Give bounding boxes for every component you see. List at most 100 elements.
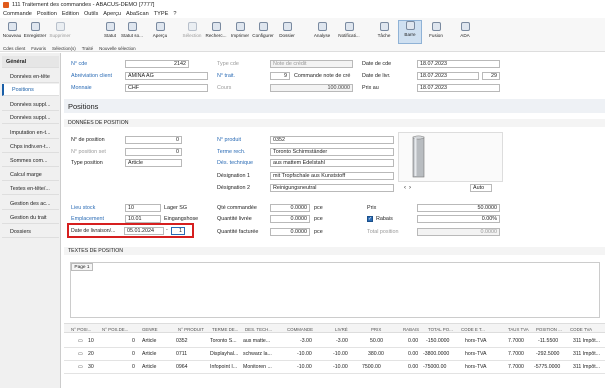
- quick-nouvelle-selection[interactable]: Nouvelle sélection: [99, 46, 136, 51]
- status-so-button[interactable]: Statut so...: [120, 22, 144, 38]
- col-no-produit[interactable]: N° PRODUIT: [178, 327, 204, 332]
- date-cde-field[interactable]: 18.07.2023: [417, 60, 500, 68]
- empl-field[interactable]: 10.01: [125, 215, 161, 223]
- col-total[interactable]: TOTAL PO...: [428, 327, 453, 332]
- auto-select[interactable]: Auto: [470, 184, 492, 192]
- sidebar-item-imputation[interactable]: Imputation en-t...: [2, 127, 59, 139]
- ada-button[interactable]: ADA: [453, 22, 477, 38]
- produit-field[interactable]: 0352: [270, 136, 394, 144]
- tab-page-1[interactable]: Page 1: [71, 263, 93, 271]
- sidebar-item-sommes[interactable]: Sommes com...: [2, 155, 59, 167]
- col-taux-tva[interactable]: TAUX TVA: [508, 327, 529, 332]
- menu-abascan[interactable]: AbaScan: [126, 11, 149, 17]
- status-button[interactable]: Statut: [98, 22, 122, 38]
- menu-outils[interactable]: Outils: [84, 11, 98, 17]
- selection-icon: [187, 22, 197, 31]
- type-cde-field[interactable]: Note de crédit: [270, 60, 353, 68]
- sidebar-item-donnees-entete[interactable]: Données en-tête: [2, 71, 59, 83]
- des1-field[interactable]: mit Tropfschale aus Kunststoff: [270, 172, 394, 180]
- terme-field[interactable]: Toronto Schirmständer: [270, 148, 394, 156]
- no-pos-field[interactable]: 0: [125, 136, 182, 144]
- qte-livr-field[interactable]: 0.0000: [270, 215, 310, 223]
- analysis-button[interactable]: Analyse: [310, 22, 334, 38]
- abrev-field[interactable]: AMINA AG: [125, 72, 208, 80]
- task-label: Tâche: [377, 33, 391, 38]
- status-label: Statut: [103, 33, 116, 38]
- no-cde-field[interactable]: 2142: [125, 60, 189, 68]
- search-button[interactable]: Recherc...: [204, 22, 228, 38]
- date-livraison-field[interactable]: 05.01.2024: [124, 227, 164, 235]
- quick-cdes-client[interactable]: Cdes client: [3, 46, 25, 51]
- des2-field[interactable]: Reinigungsneutral: [270, 184, 394, 192]
- sidebar-item-chps-indiv[interactable]: Chps indiv.en-t...: [2, 141, 59, 153]
- col-code-tva[interactable]: CODE TVA: [570, 327, 592, 332]
- sidebar-item-dossiers[interactable]: Dossiers: [2, 226, 59, 238]
- col-rabais[interactable]: RABAIS: [403, 327, 419, 332]
- lieu-field[interactable]: 10: [125, 204, 161, 212]
- bar-button[interactable]: Barre: [398, 20, 422, 44]
- menu-apercu[interactable]: Aperçu: [103, 11, 121, 17]
- rabais-field[interactable]: 0.00%: [417, 215, 500, 223]
- col-no-pos-de[interactable]: N° POS.DE...: [102, 327, 128, 332]
- notification-button[interactable]: Notificati...: [337, 22, 361, 38]
- table-row[interactable]: ▭ 20 0 Article 0711 Displayhal... schwar…: [70, 349, 605, 359]
- configure-button[interactable]: Configurer: [251, 22, 275, 38]
- task-button[interactable]: Tâche: [372, 22, 396, 38]
- menu-help[interactable]: ?: [173, 11, 176, 17]
- sidebar-item-textes[interactable]: Textes en-tête/...: [2, 183, 59, 195]
- col-code-et[interactable]: CODE E T...: [461, 327, 485, 332]
- date-livr-field[interactable]: 18.07.2023: [417, 72, 479, 80]
- no-pos-set-field[interactable]: 0: [125, 148, 182, 156]
- desc-tech-field[interactable]: aus mattem Edelstahl: [270, 159, 394, 167]
- fusion-button[interactable]: Fusion: [424, 22, 448, 38]
- qte-fact-field[interactable]: 0.0000: [270, 228, 310, 236]
- rabais-checkbox[interactable]: ✓: [367, 216, 373, 222]
- save-button[interactable]: Enregistrer: [23, 22, 47, 38]
- sidebar-item-donnees-suppl-1[interactable]: Données suppl...: [2, 99, 59, 111]
- menu-type[interactable]: TYPE: [154, 11, 169, 17]
- col-prix[interactable]: PRIX: [371, 327, 381, 332]
- preview-label: Aperçu: [152, 33, 168, 38]
- textes-editor[interactable]: [70, 262, 600, 318]
- date-livr-week-field[interactable]: 29: [482, 72, 500, 80]
- prix-label: Prix: [367, 205, 377, 211]
- col-terme[interactable]: TERME DE...: [212, 327, 238, 332]
- sidebar-header[interactable]: Général: [2, 56, 59, 68]
- qte-cmd-field[interactable]: 0.0000: [270, 204, 310, 212]
- quick-traite[interactable]: Traité: [82, 46, 93, 51]
- col-no-pos[interactable]: N° POSI...: [71, 327, 91, 332]
- col-livre[interactable]: LIVRÉ: [335, 327, 348, 332]
- type-pos-field[interactable]: Article: [125, 159, 182, 167]
- sidebar-item-positions[interactable]: Positions: [2, 84, 59, 96]
- col-position[interactable]: POSITION ...: [536, 327, 562, 332]
- sidebar-item-donnees-suppl-2[interactable]: Données suppl...: [2, 112, 59, 124]
- total-field[interactable]: 0.0000: [417, 228, 500, 236]
- col-des-tech[interactable]: DES. TECH...: [245, 327, 272, 332]
- date-livraison-week-field[interactable]: 1: [171, 227, 185, 235]
- monnaie-field[interactable]: CHF: [125, 84, 208, 92]
- delete-button[interactable]: Supprimer: [48, 22, 72, 38]
- table-row[interactable]: ▭ 30 0 Article 0964 Infopoint I... Monit…: [70, 362, 605, 372]
- new-button[interactable]: Nouveau: [0, 22, 24, 38]
- sidebar-item-gestion-trait[interactable]: Gestion du trait: [2, 212, 59, 224]
- preview-button[interactable]: Aperçu: [148, 22, 172, 38]
- selection-button[interactable]: Sélection: [180, 22, 204, 38]
- sidebar-item-gestion-ac[interactable]: Gestion des ac...: [2, 198, 59, 210]
- menu-commande[interactable]: Commande: [3, 11, 32, 17]
- prix-au-field[interactable]: 18.07.2023: [417, 84, 500, 92]
- next-image-icon[interactable]: ›: [409, 185, 411, 192]
- sidebar-item-calcul-marge[interactable]: Calcul marge: [2, 169, 59, 181]
- folder-button[interactable]: Dossier: [275, 22, 299, 38]
- trait-field[interactable]: 9: [270, 72, 290, 80]
- menu-position[interactable]: Position: [37, 11, 57, 17]
- prix-field[interactable]: 50.0000: [417, 204, 500, 212]
- quick-selections[interactable]: Sélection(s): [52, 46, 76, 51]
- col-genre[interactable]: GENRE: [142, 327, 158, 332]
- menu-edition[interactable]: Edition: [62, 11, 79, 17]
- prev-image-icon[interactable]: ‹: [404, 185, 406, 192]
- quick-favoris[interactable]: Favoris: [31, 46, 46, 51]
- table-row[interactable]: ▭ 10 0 Article 0352 Toronto S... aus mat…: [70, 336, 605, 346]
- print-button[interactable]: Imprimer: [228, 22, 252, 38]
- cours-field[interactable]: 100.0000: [270, 84, 353, 92]
- col-commande[interactable]: COMMANDE: [287, 327, 313, 332]
